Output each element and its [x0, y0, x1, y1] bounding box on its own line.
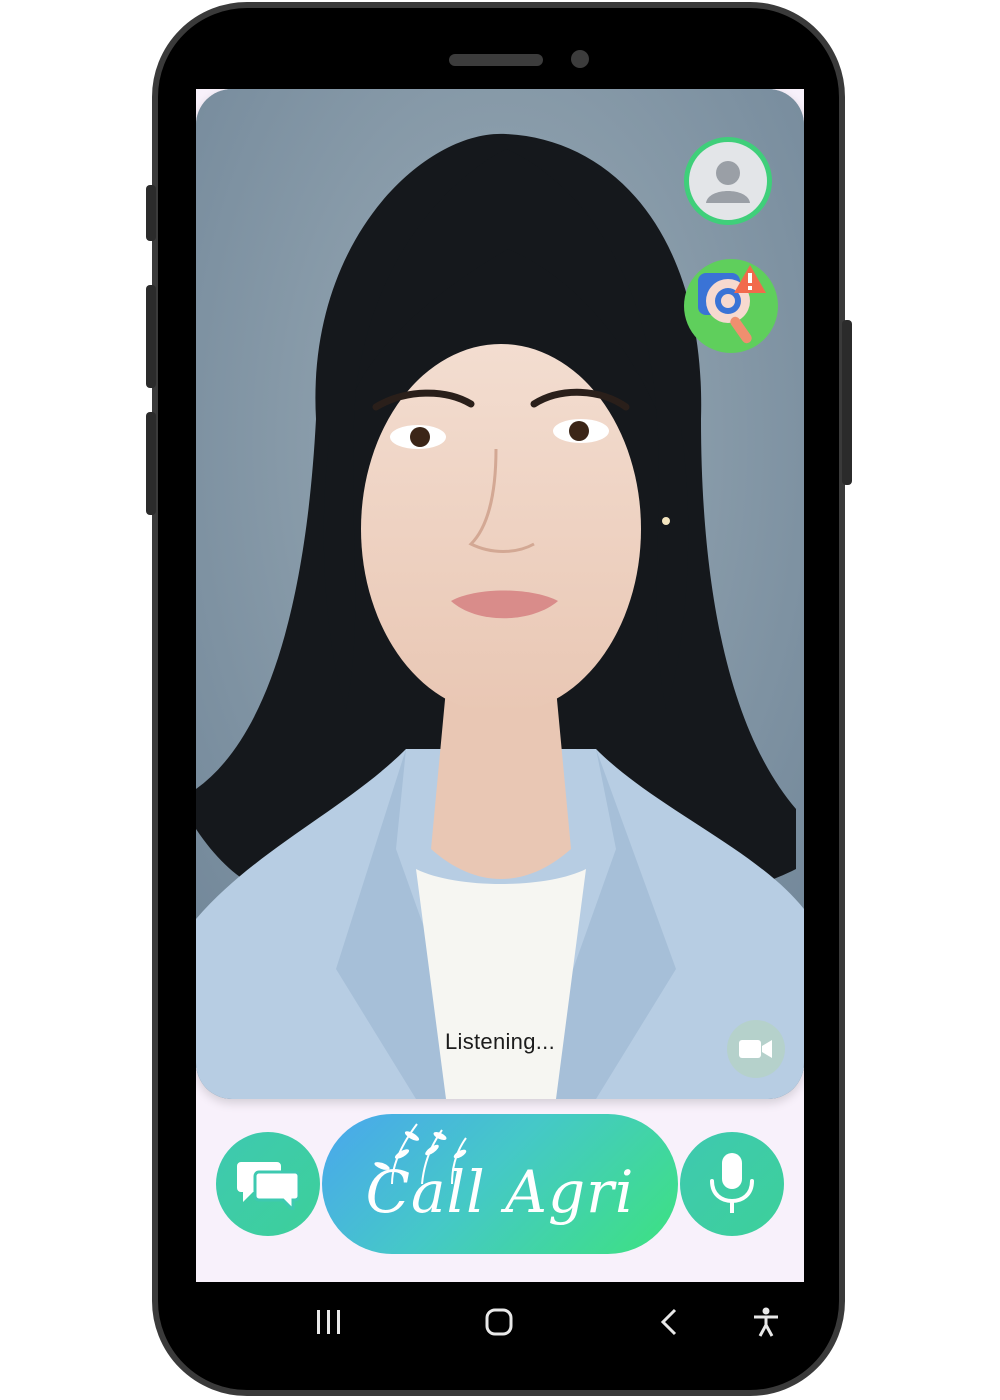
video-toggle-button[interactable]: [727, 1020, 785, 1078]
phone-side-button: [146, 285, 156, 388]
video-camera-icon: [739, 1040, 772, 1058]
agent-portrait: [196, 89, 804, 1099]
nav-recent-button[interactable]: [304, 1282, 354, 1362]
recent-apps-icon: [317, 1310, 340, 1334]
chat-bubbles-icon: [237, 1162, 299, 1210]
android-nav-bar: [196, 1282, 804, 1362]
microphone-icon: [710, 1153, 754, 1213]
call-status-text: Listening...: [444, 1029, 555, 1054]
video-feed: Listening...: [196, 89, 804, 1099]
app-screen: Listening... Call Agri: [196, 89, 804, 1282]
accessibility-icon: [754, 1307, 778, 1337]
phone-side-button: [146, 185, 156, 241]
phone-side-button: [146, 412, 156, 515]
phone-front-camera: [571, 50, 589, 68]
user-avatar-icon: [706, 161, 750, 203]
back-icon: [660, 1308, 677, 1336]
microphone-button[interactable]: [680, 1132, 784, 1236]
report-issue-button[interactable]: [684, 259, 778, 353]
nav-back-button[interactable]: [644, 1282, 694, 1362]
report-issue-icon: [698, 265, 766, 344]
nav-accessibility-button[interactable]: [741, 1282, 791, 1362]
call-agri-button[interactable]: Call Agri: [322, 1114, 678, 1254]
home-icon: [485, 1308, 513, 1336]
chat-button[interactable]: [216, 1132, 320, 1236]
call-agri-label: Call Agri: [365, 1158, 635, 1226]
profile-avatar-button[interactable]: [684, 137, 772, 225]
phone-speaker: [449, 54, 543, 66]
phone-side-button: [842, 320, 852, 485]
nav-home-button[interactable]: [474, 1282, 524, 1362]
